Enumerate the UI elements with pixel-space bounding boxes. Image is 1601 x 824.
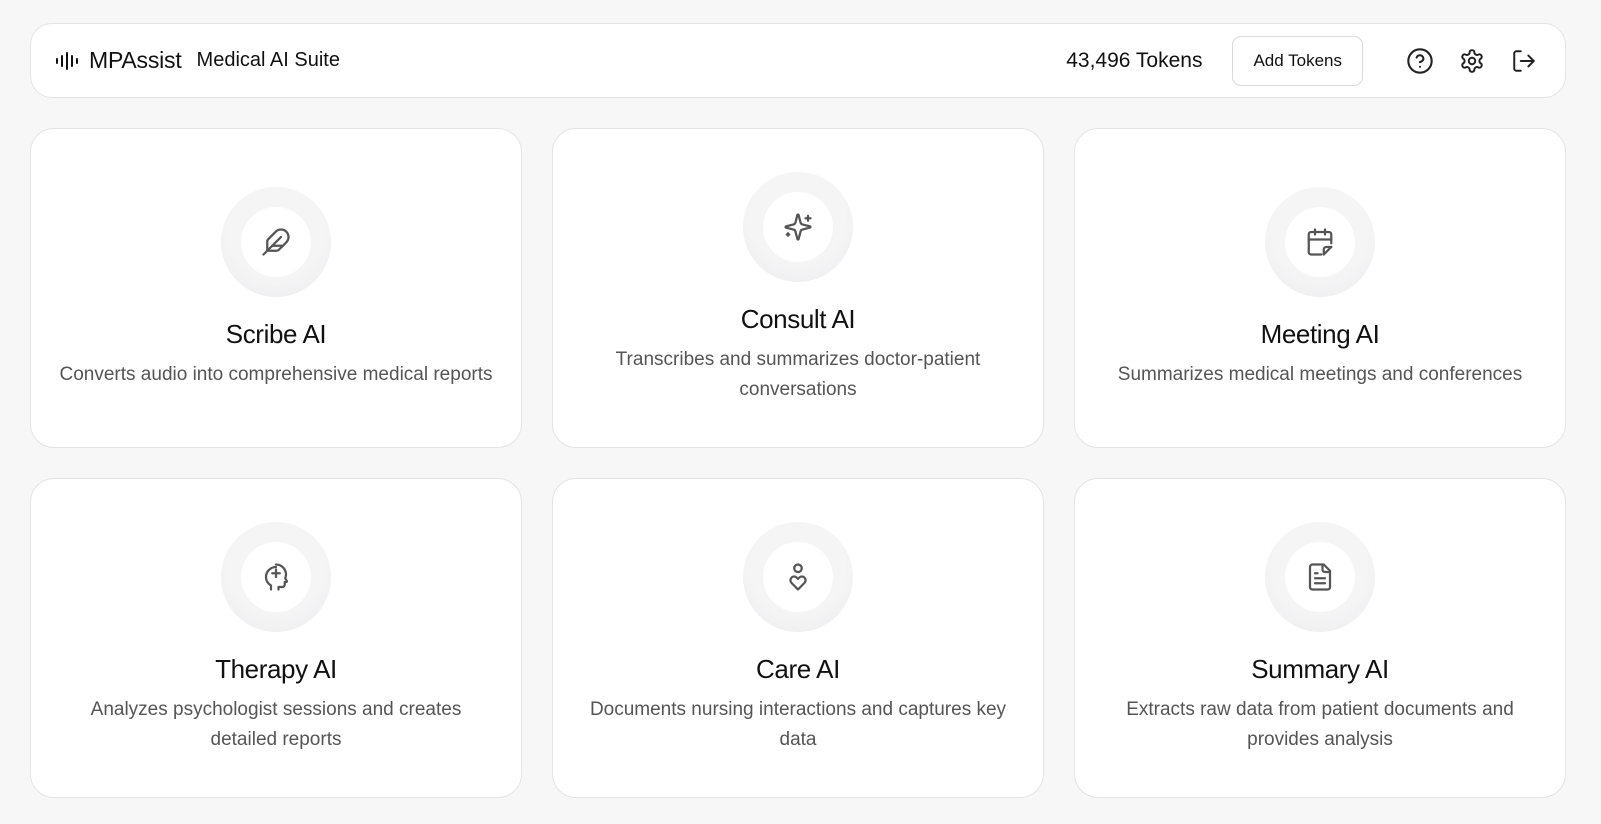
icon-badge bbox=[221, 521, 331, 632]
calendar-icon bbox=[1307, 227, 1333, 256]
icon-badge bbox=[1265, 186, 1375, 297]
card-description: Analyzes psychologist sessions and creat… bbox=[90, 698, 462, 750]
card-description: Summarizes medical meetings and conferen… bbox=[1117, 363, 1523, 385]
card-title: Consult AI bbox=[740, 303, 856, 334]
card-therapy-ai[interactable]: Therapy AI Analyzes psychologist session… bbox=[30, 478, 522, 798]
icon-badge bbox=[221, 186, 331, 297]
card-description: Transcribes and summarizes doctor-patien… bbox=[615, 348, 981, 400]
add-tokens-button[interactable]: Add Tokens bbox=[1232, 35, 1363, 86]
app-header: MPAssist Medical AI Suite 43,496 Tokens … bbox=[30, 23, 1566, 98]
card-scribe-ai[interactable]: Scribe AI Converts audio into comprehens… bbox=[30, 128, 522, 448]
card-description: Converts audio into comprehensive medica… bbox=[59, 363, 493, 385]
audio-waveform-icon bbox=[55, 51, 79, 71]
brand[interactable]: MPAssist Medical AI Suite bbox=[55, 47, 340, 74]
card-description: Extracts raw data from patient documents… bbox=[1126, 698, 1514, 750]
token-balance: 43,496 Tokens bbox=[1066, 48, 1203, 72]
card-title: Therapy AI bbox=[215, 653, 337, 684]
person-heart-icon bbox=[789, 562, 807, 591]
card-care-ai[interactable]: Care AI Documents nursing interactions a… bbox=[552, 478, 1044, 798]
card-description: Documents nursing interactions and captu… bbox=[589, 698, 1007, 750]
card-summary-ai[interactable]: Summary AI Extracts raw data from patien… bbox=[1074, 478, 1566, 798]
icon-badge bbox=[743, 521, 853, 632]
ai-tools-grid: Scribe AI Converts audio into comprehens… bbox=[30, 128, 1566, 798]
icon-badge bbox=[1265, 521, 1375, 632]
gear-icon bbox=[1461, 48, 1483, 73]
brand-name: MPAssist bbox=[89, 47, 182, 73]
logout-icon bbox=[1513, 49, 1535, 72]
card-title: Meeting AI bbox=[1260, 318, 1380, 349]
card-title: Summary AI bbox=[1251, 653, 1389, 684]
logout-button[interactable] bbox=[1507, 44, 1541, 78]
feather-icon bbox=[262, 227, 290, 256]
card-meeting-ai[interactable]: Meeting AI Summarizes medical meetings a… bbox=[1074, 128, 1566, 448]
settings-button[interactable] bbox=[1455, 44, 1489, 78]
help-button[interactable] bbox=[1403, 44, 1437, 78]
document-icon bbox=[1308, 562, 1332, 591]
card-title: Scribe AI bbox=[225, 318, 327, 349]
card-consult-ai[interactable]: Consult AI Transcribes and summarizes do… bbox=[552, 128, 1044, 448]
sparkles-icon bbox=[784, 212, 812, 241]
brain-head-icon bbox=[264, 562, 289, 591]
icon-badge bbox=[743, 171, 853, 282]
brand-subtitle: Medical AI Suite bbox=[196, 49, 340, 71]
help-circle-icon bbox=[1407, 47, 1433, 74]
card-title: Care AI bbox=[756, 653, 840, 684]
